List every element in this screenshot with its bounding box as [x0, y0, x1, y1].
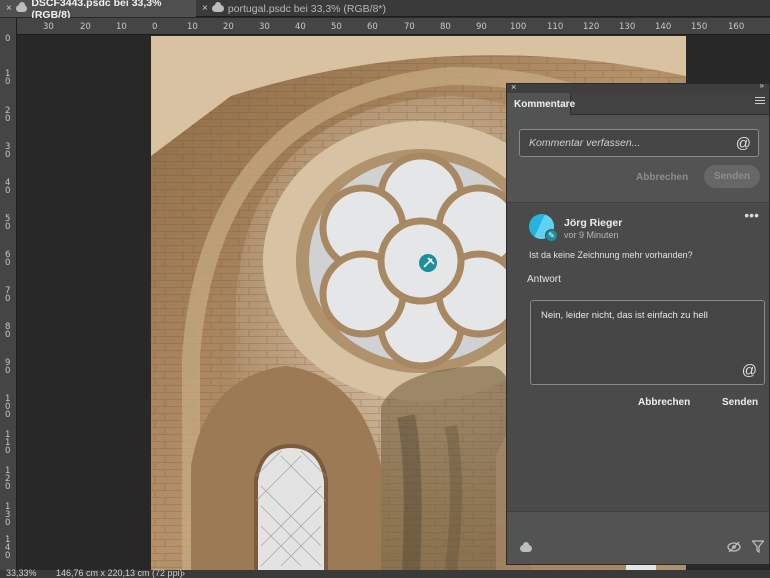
ruler-tick-label: 20 — [80, 22, 91, 32]
cancel-button[interactable]: Abbrechen — [636, 172, 688, 183]
ruler-tick-label: 100 — [510, 22, 527, 32]
ruler-tick-label: 130 — [619, 22, 636, 32]
ruler-tick-label: 3 0 — [5, 142, 11, 160]
vertical-ruler[interactable]: 0 1 0 2 0 3 0 4 0 5 0 6 0 7 0 8 0 9 0 1 … — [0, 18, 17, 570]
ruler-tick-label: 160 — [728, 22, 745, 32]
ruler-tick-label: 2 0 — [5, 106, 11, 124]
ruler-tick-label: 10 — [116, 22, 127, 32]
ruler-tick-label: 4 0 — [5, 178, 11, 196]
ruler-tick-label: 20 — [223, 22, 234, 32]
cloud-icon[interactable] — [520, 542, 532, 552]
reply-input[interactable]: Nein, leider nicht, das ist einfach zu h… — [530, 300, 765, 385]
filter-icon[interactable] — [752, 540, 764, 553]
reply-send-button[interactable]: Senden — [722, 397, 758, 408]
pin-icon: ✎ — [545, 229, 558, 242]
ruler-tick-label: 6 0 — [5, 250, 11, 268]
ruler-tick-label: 1 2 0 — [5, 466, 11, 492]
tab-portugal[interactable]: × portugal.psdc bei 33,3% (RGB/8*) — [196, 0, 426, 17]
panel-footer — [507, 530, 769, 564]
status-bar: 33,33% 146,76 cm x 220,13 cm (72 ppi) › — [0, 568, 770, 578]
panel-tab-row: Kommentare — [507, 93, 769, 115]
document-size: 146,76 cm x 220,13 cm (72 ppi) — [56, 568, 183, 578]
horizontal-ruler[interactable]: 30 20 10 0 10 20 30 40 50 60 70 80 90 10… — [17, 18, 770, 35]
comment-thread: ✎ Jörg Rieger vor 9 Minuten ••• Ist da k… — [507, 202, 769, 512]
ruler-tick-label: 80 — [440, 22, 451, 32]
close-tab-icon[interactable]: × — [6, 3, 12, 14]
comment-compose-field[interactable]: @ — [519, 129, 759, 157]
reply-label: Antwort — [527, 274, 561, 285]
document-tab-bar: × DSCF3443.psdc bei 33,3% (RGB/8) × port… — [0, 0, 770, 21]
cloud-icon — [211, 2, 224, 12]
zoom-level[interactable]: 33,33% — [6, 568, 37, 578]
reply-text-value[interactable]: Nein, leider nicht, das ist einfach zu h… — [541, 310, 708, 321]
close-tab-icon[interactable]: × — [202, 3, 208, 14]
ruler-tick-label: 140 — [655, 22, 672, 32]
ruler-tick-label: 1 0 — [5, 69, 11, 87]
comment-text: Ist da keine Zeichnung mehr vorhanden? — [529, 250, 693, 260]
ruler-tick-label: 1 1 0 — [5, 430, 11, 456]
ruler-tick-label: 8 0 — [5, 322, 11, 340]
more-options-icon[interactable]: ••• — [744, 207, 759, 223]
ruler-tick-label: 7 0 — [5, 286, 11, 304]
mention-icon[interactable]: @ — [742, 362, 757, 379]
ruler-tick-label: 150 — [691, 22, 708, 32]
ruler-tick-label: 90 — [476, 22, 487, 32]
ruler-tick-label: 0 — [152, 22, 158, 32]
cloud-icon — [15, 2, 28, 12]
send-button[interactable]: Senden — [704, 165, 760, 188]
ruler-tick-label: 5 0 — [5, 214, 11, 232]
tab-dscf3443[interactable]: × DSCF3443.psdc bei 33,3% (RGB/8) — [0, 0, 196, 21]
ruler-tick-label: 70 — [404, 22, 415, 32]
comment-author: Jörg Rieger — [564, 217, 623, 229]
tab-label: portugal.psdc bei 33,3% (RGB/8*) — [227, 2, 387, 15]
ruler-tick-label: 10 — [187, 22, 198, 32]
ruler-tick-label: 40 — [295, 22, 306, 32]
comment-timestamp: vor 9 Minuten — [564, 230, 619, 240]
ruler-tick-label: 30 — [43, 22, 54, 32]
collapse-panel-icon[interactable]: » — [760, 81, 765, 90]
ruler-tick-label: 50 — [331, 22, 342, 32]
close-panel-icon[interactable]: × — [511, 82, 516, 92]
ruler-tick-label: 1 4 0 — [5, 535, 11, 561]
tab-kommentare[interactable]: Kommentare — [507, 93, 575, 115]
eye-icon[interactable] — [727, 541, 741, 553]
ruler-tick-label: 9 0 — [5, 358, 11, 376]
ruler-tick-label: 110 — [547, 22, 564, 32]
ruler-tick-label: 0 — [5, 34, 11, 44]
ruler-tick-label: 1 3 0 — [5, 502, 11, 528]
status-arrow-icon[interactable]: › — [182, 568, 185, 578]
ruler-tick-label: 30 — [259, 22, 270, 32]
mention-icon[interactable]: @ — [736, 135, 751, 152]
comments-panel: × » Kommentare @ Abbrechen Senden ✎ Jörg… — [506, 81, 770, 565]
ruler-tick-label: 120 — [583, 22, 600, 32]
ruler-tick-label: 60 — [367, 22, 378, 32]
comment-input[interactable] — [520, 130, 720, 156]
panel-title-strip[interactable]: × » — [507, 81, 769, 93]
reply-cancel-button[interactable]: Abbrechen — [638, 397, 690, 408]
ruler-tick-label: 1 0 0 — [5, 394, 11, 420]
panel-menu-icon[interactable] — [755, 97, 765, 107]
